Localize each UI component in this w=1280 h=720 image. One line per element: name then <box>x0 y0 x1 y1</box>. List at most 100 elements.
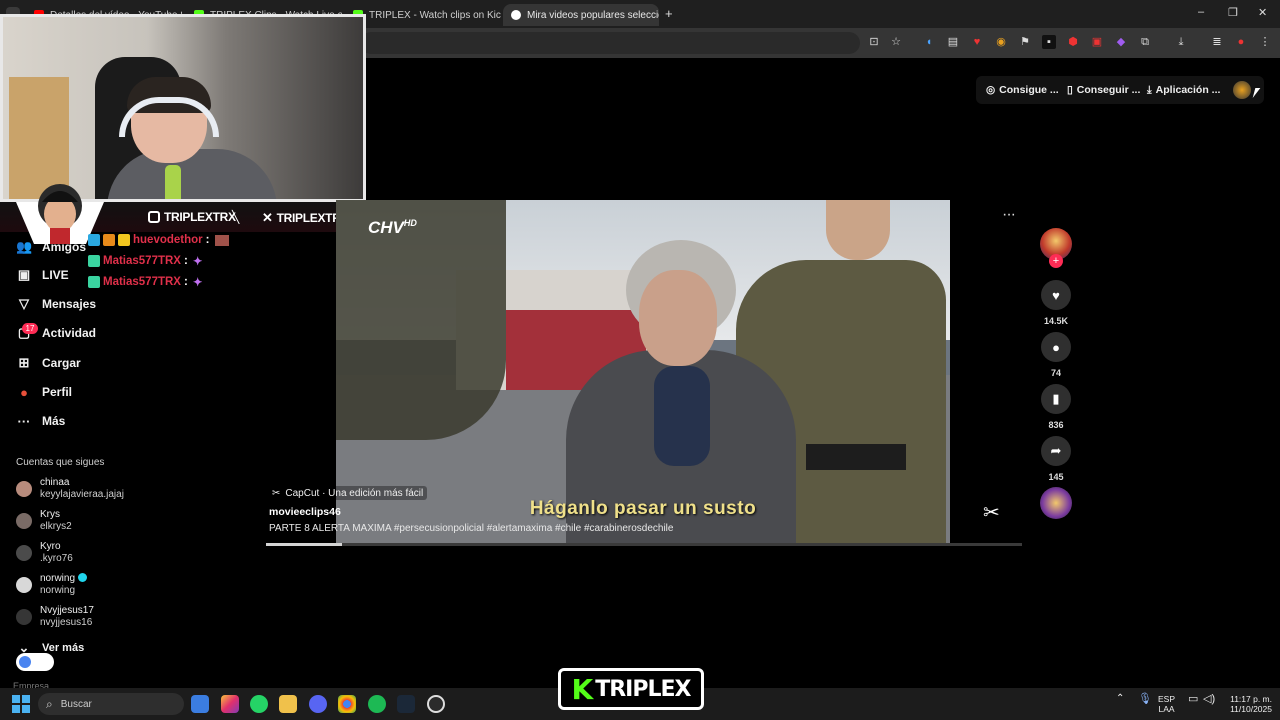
share-icon: ➦ <box>1041 436 1071 466</box>
live-icon: ▣ <box>17 267 31 282</box>
following-account[interactable]: Nvyjjesus17 nvyjjesus16 <box>16 603 94 631</box>
badge-icon <box>103 234 115 246</box>
extension-icon[interactable]: ▪ <box>1042 35 1056 49</box>
sidebar-item-more[interactable]: ··· Más <box>16 411 66 431</box>
following-account[interactable]: chinaa keyylajavieraa.jajaj <box>16 475 124 503</box>
video-tree <box>336 200 506 440</box>
instagram-app-icon[interactable] <box>221 695 239 713</box>
channel-logo: CHVHD <box>368 218 417 237</box>
extension-icon[interactable]: ⚑ <box>1018 35 1032 49</box>
avatar <box>16 577 32 593</box>
following-account[interactable]: norwing norwing <box>16 571 87 599</box>
social-separator: ╲ <box>232 210 239 224</box>
chrome-icon[interactable] <box>338 695 356 713</box>
sidebar-item-messages[interactable]: ▽ Mensajes <box>16 294 96 314</box>
video-author[interactable]: movieeclips46 <box>269 506 341 518</box>
music-disc[interactable] <box>1040 487 1072 519</box>
capcut-link[interactable]: ✂ CapCut · Una edición más fácil <box>268 486 428 500</box>
file-explorer-icon[interactable] <box>279 695 297 713</box>
profile-icon[interactable]: ● <box>1234 35 1248 49</box>
new-tab-button[interactable]: + <box>665 6 673 21</box>
share-button[interactable]: ➦ 145 <box>1040 436 1072 482</box>
maximize-button[interactable]: ❐ <box>1228 6 1238 19</box>
video-description: PARTE 8 ALERTA MAXIMA #persecusionpolici… <box>269 523 674 534</box>
extension-icon[interactable]: ◆ <box>1114 35 1128 49</box>
microphone-icon[interactable]: 🎙 <box>1138 694 1152 705</box>
upload-icon: ⊞ <box>18 355 30 370</box>
clock[interactable]: 11:17 p. m. 11/10/2025 <box>1222 694 1272 714</box>
tab-triplex-kick[interactable]: TRIPLEX - Watch clips on Kick ✕ <box>345 4 501 26</box>
close-window-button[interactable]: ✕ <box>1258 6 1267 19</box>
task-view-icon[interactable] <box>191 695 209 713</box>
capcut-icon: ✂ <box>272 487 281 499</box>
menu-kebab-icon[interactable]: ⋮ <box>1258 35 1272 49</box>
obs-icon[interactable] <box>427 695 445 713</box>
avatar <box>16 481 32 497</box>
steam-icon[interactable] <box>397 695 415 713</box>
x-logo-icon: ✕ <box>262 210 273 225</box>
verified-icon <box>77 573 87 582</box>
sidebar-item-profile[interactable]: ● Perfil <box>16 382 72 402</box>
bookmark-icon: ▮ <box>1041 384 1071 414</box>
get-app-button[interactable]: ▯ Conseguir ... <box>1067 82 1140 98</box>
bookmark-star-icon[interactable]: ☆ <box>889 35 903 49</box>
language-indicator[interactable]: ESP LAA <box>1158 694 1175 714</box>
following-account[interactable]: Kyro .kyro76 <box>16 539 73 567</box>
video-player[interactable]: CHVHD Háganlo pasar un susto <box>336 200 950 544</box>
video-woman-sweater <box>654 366 710 466</box>
comment-count: 74 <box>1050 368 1061 378</box>
extension-icon[interactable]: ⬢ <box>1066 35 1080 49</box>
more-options-button[interactable]: ··· <box>1002 206 1016 224</box>
windows-start-icon[interactable] <box>12 695 30 713</box>
user-avatar[interactable] <box>1233 81 1251 99</box>
downloads-icon[interactable]: ⤓ <box>1174 35 1188 49</box>
extension-icon[interactable]: ◉ <box>994 35 1008 49</box>
search-icon: ⌕ <box>46 696 53 711</box>
comment-icon: ● <box>1041 332 1071 362</box>
sidebar-item-live[interactable]: ▣ LIVE <box>16 265 69 285</box>
more-dots-icon: ··· <box>17 413 31 429</box>
tab-search-icon[interactable]: ≣ <box>1210 35 1224 49</box>
following-account[interactable]: Krys elkrys2 <box>16 507 72 535</box>
minimize-button[interactable]: – <box>1198 6 1204 18</box>
heart-icon: ♥ <box>1041 280 1071 310</box>
messages-icon: ▽ <box>19 296 29 311</box>
share-count: 145 <box>1048 472 1064 482</box>
discord-icon[interactable] <box>309 695 327 713</box>
comment-button[interactable]: ● 74 <box>1040 332 1072 378</box>
tray-chevron-icon[interactable]: ⌃ <box>1116 694 1124 704</box>
address-bar[interactable] <box>360 32 860 54</box>
extension-icon[interactable]: ▤ <box>946 35 960 49</box>
video-subtitle: Háganlo pasar un susto <box>529 498 757 519</box>
tab-title: TRIPLEX - Watch clips on Kick <box>369 9 501 21</box>
instagram-icon <box>148 211 160 223</box>
volume-icon[interactable]: ◁) <box>1203 694 1215 705</box>
badge-icon <box>88 234 100 246</box>
save-count: 836 <box>1048 420 1064 430</box>
phone-icon: ▯ <box>1067 84 1073 96</box>
tiktok-icon <box>511 10 521 20</box>
follow-button[interactable]: + <box>1049 254 1063 268</box>
sidebar-item-upload[interactable]: ⊞ Cargar <box>16 353 81 373</box>
extension-icon[interactable]: ▣ <box>1090 35 1104 49</box>
app-icon <box>19 656 31 668</box>
tab-tiktok-active[interactable]: Mira videos populares seleccion ✕ <box>503 4 659 26</box>
extension-icon[interactable]: ◖ <box>922 35 936 49</box>
like-button[interactable]: ♥ 14.5K <box>1040 280 1072 326</box>
spotify-icon[interactable] <box>368 695 386 713</box>
coin-icon: ◎ <box>986 84 996 96</box>
save-button[interactable]: ▮ 836 <box>1040 384 1072 430</box>
download-app-button[interactable]: ⤓ Aplicación ... <box>1147 82 1220 98</box>
install-app-icon[interactable]: ⊡ <box>867 35 881 49</box>
floating-toggle[interactable] <box>16 653 54 671</box>
avatar <box>16 609 32 625</box>
whatsapp-icon[interactable] <box>250 695 268 713</box>
network-icon[interactable]: ▭ <box>1188 694 1198 705</box>
extension-icon[interactable]: ♥ <box>970 35 984 49</box>
taskbar-search[interactable]: ⌕ Buscar <box>38 693 184 715</box>
video-progress-track[interactable] <box>266 543 1022 546</box>
chat-message: Matias577TRX : ✦ <box>88 275 202 289</box>
avatar <box>16 513 32 529</box>
extensions-puzzle-icon[interactable]: ⧉ <box>1138 35 1152 49</box>
get-coins-button[interactable]: ◎ Consigue ... <box>986 82 1059 98</box>
